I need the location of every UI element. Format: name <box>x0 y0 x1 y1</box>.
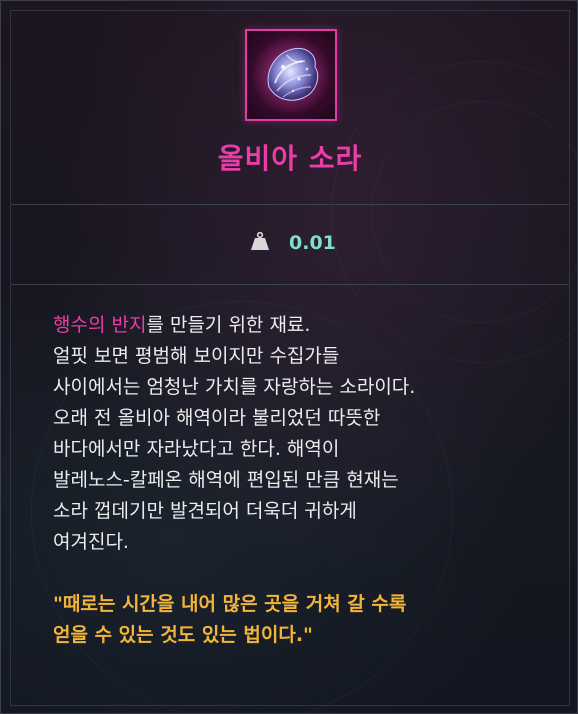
description-line: 오래 전 올비아 해역이라 불리었던 따뜻한 <box>53 407 381 429</box>
divider <box>11 284 569 285</box>
description-line: 발레노스-칼페온 해역에 편입된 만큼 현재는 <box>53 469 399 491</box>
description-line: 바다에서만 자라났다고 한다. 해역이 <box>53 438 340 460</box>
weight-value: 0.01 <box>289 232 336 254</box>
quote-line: 얻을 수 있는 것도 있는 법이다." <box>53 624 313 646</box>
item-name: 올비아 소라 <box>217 142 363 175</box>
description-line: 사이에서는 엄청난 가치를 자랑하는 소라이다. <box>53 376 416 398</box>
description-line: 소라 껍데기만 발견되어 더욱더 귀하게 <box>53 500 357 522</box>
item-description: 행수의 반지를 만들기 위한 재료. 얼핏 보면 평범해 보이지만 수집가들 사… <box>53 310 553 670</box>
item-icon-frame <box>245 29 337 121</box>
description-line: 행수의 반지를 만들기 위한 재료. <box>53 310 553 341</box>
quote-line: "때로는 시간을 내어 많은 곳을 거쳐 갈 수록 <box>53 593 407 615</box>
description-line: 여겨진다. <box>53 531 129 553</box>
linked-item-name[interactable]: 행수의 반지 <box>53 314 146 336</box>
weight-row: 0.01 <box>11 205 569 284</box>
tooltip-header: 올비아 소라 <box>11 11 569 204</box>
seashell-icon <box>251 35 331 115</box>
weight-icon <box>251 231 269 250</box>
item-tooltip: 올비아 소라 0.01 행수의 반지를 만들기 위한 재료. 얼핏 보면 평범해… <box>0 0 578 714</box>
description-line: 얼핏 보면 평범해 보이지만 수집가들 <box>53 345 340 367</box>
description-text: 를 만들기 위한 재료. <box>146 314 311 336</box>
